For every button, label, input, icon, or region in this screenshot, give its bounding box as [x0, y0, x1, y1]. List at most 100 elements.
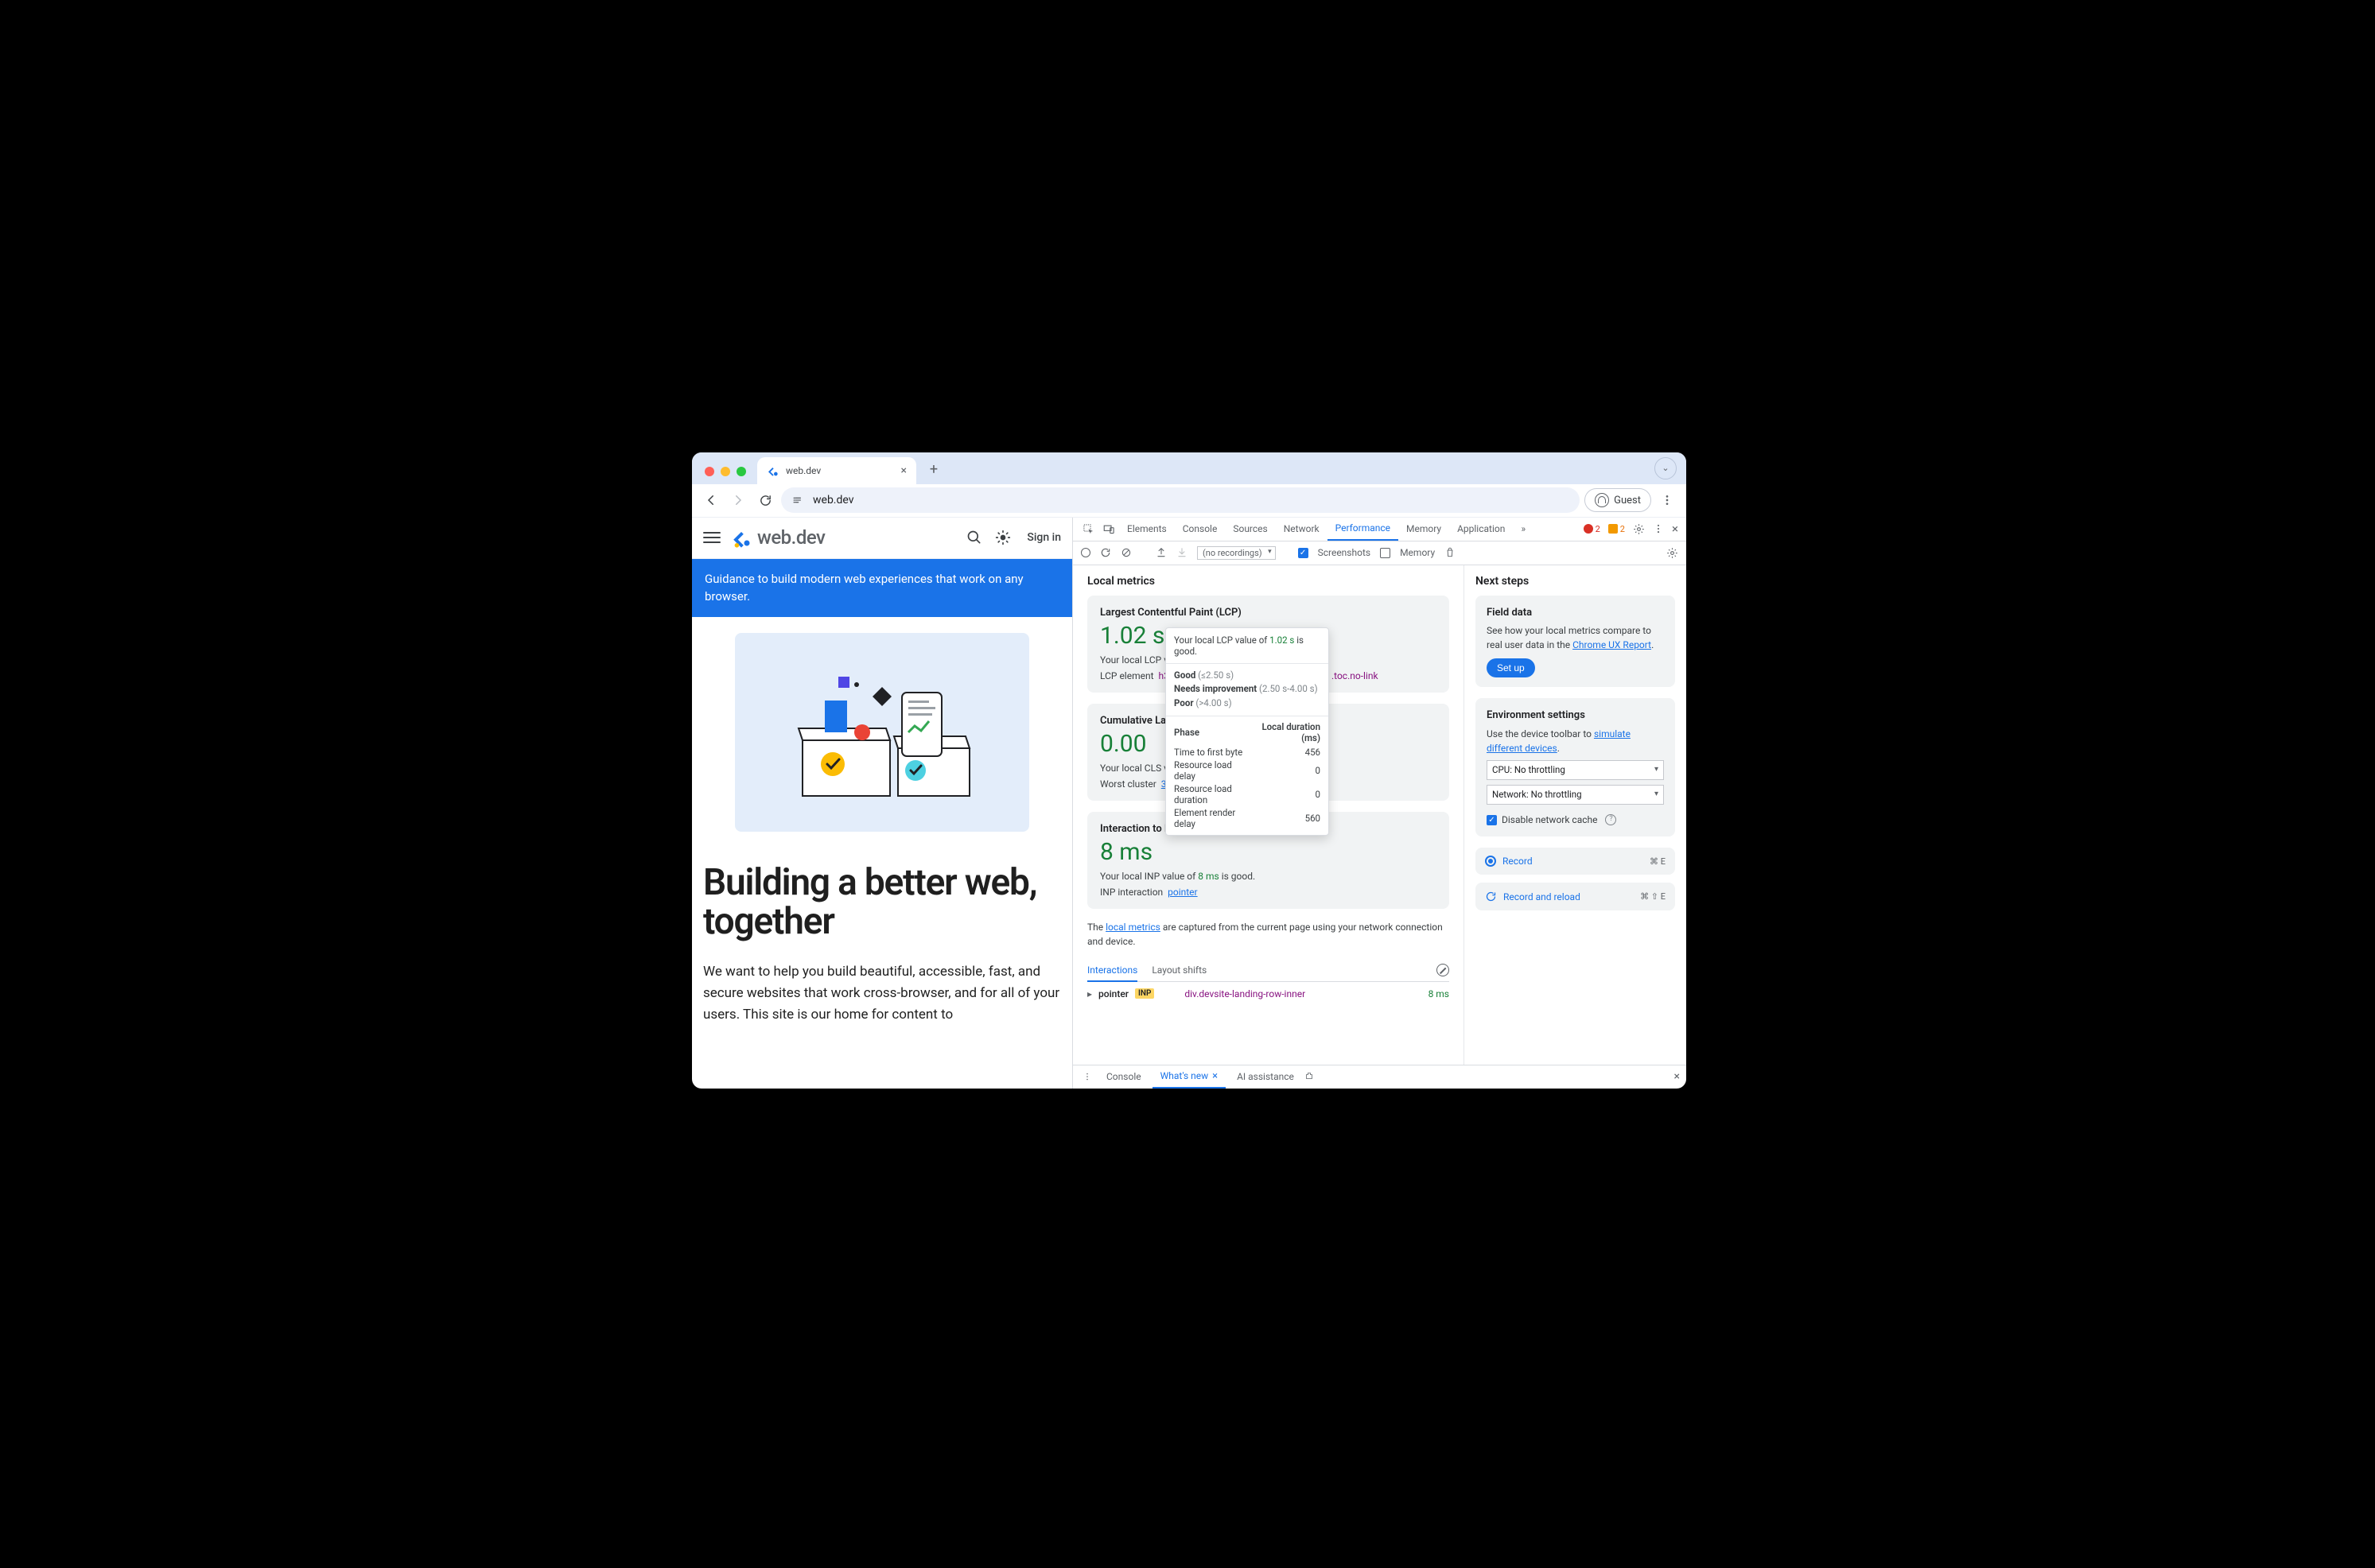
- performance-toolbar: (no recordings) ✓ Screenshots Memory: [1073, 541, 1686, 565]
- record-reload-kbd: ⌘ ⇧ E: [1640, 891, 1666, 902]
- drawer-tab-console[interactable]: Console: [1098, 1065, 1149, 1089]
- hero-illustration: [735, 633, 1029, 832]
- memory-checkbox[interactable]: [1380, 548, 1390, 558]
- page-hero: Building a better web, together We want …: [692, 617, 1072, 1089]
- record-reload-action[interactable]: Record and reload ⌘ ⇧ E: [1475, 883, 1675, 910]
- interaction-duration: 8 ms: [1428, 988, 1449, 999]
- record-reload-icon: [1485, 891, 1497, 902]
- tab-performance[interactable]: Performance: [1327, 518, 1398, 541]
- upload-icon[interactable]: [1156, 547, 1167, 558]
- network-throttle-select[interactable]: Network: No throttling: [1487, 785, 1664, 805]
- record-icon[interactable]: [1081, 548, 1090, 557]
- close-drawer-icon[interactable]: ×: [1674, 1070, 1680, 1083]
- theme-toggle-icon[interactable]: [993, 528, 1013, 547]
- signin-link[interactable]: Sign in: [1027, 531, 1061, 544]
- interactions-subtabs: Interactions Layout shifts: [1087, 960, 1449, 982]
- tab-application[interactable]: Application: [1449, 518, 1513, 541]
- webdev-logo[interactable]: web.dev: [730, 526, 825, 549]
- record-action[interactable]: Record ⌘ E: [1475, 848, 1675, 875]
- warnings-badge[interactable]: 2: [1608, 524, 1625, 534]
- record-kbd: ⌘ E: [1650, 856, 1666, 867]
- device-toggle-icon[interactable]: [1098, 518, 1119, 541]
- back-button[interactable]: [700, 489, 722, 511]
- subtab-layoutshifts[interactable]: Layout shifts: [1152, 960, 1207, 980]
- hero-body: We want to help you build beautiful, acc…: [703, 961, 1061, 1027]
- tab-network[interactable]: Network: [1276, 518, 1327, 541]
- recordings-select[interactable]: (no recordings): [1197, 546, 1276, 560]
- disable-cache-checkbox[interactable]: ✓: [1487, 815, 1497, 825]
- tab-dropdown-icon[interactable]: ⌄: [1654, 457, 1677, 479]
- errors-badge[interactable]: 2: [1584, 524, 1600, 534]
- devtools-drawer: Console What's new× AI assistance ×: [1073, 1065, 1686, 1089]
- lcp-title: Largest Contentful Paint (LCP): [1100, 607, 1436, 619]
- subtab-interactions[interactable]: Interactions: [1087, 960, 1137, 982]
- reload-record-icon[interactable]: [1100, 547, 1111, 558]
- crux-link[interactable]: Chrome UX Report: [1572, 639, 1651, 650]
- memory-label: Memory: [1400, 547, 1435, 558]
- close-tab-icon[interactable]: ×: [901, 464, 907, 477]
- forward-button[interactable]: [727, 489, 749, 511]
- menu-icon[interactable]: [703, 529, 721, 546]
- record-reload-label: Record and reload: [1503, 891, 1580, 902]
- performance-sidebar: Next steps Field data See how your local…: [1463, 565, 1686, 1065]
- cpu-throttle-select[interactable]: CPU: No throttling: [1487, 760, 1664, 780]
- panel-settings-icon[interactable]: [1666, 547, 1678, 559]
- setup-button[interactable]: Set up: [1487, 658, 1535, 677]
- close-devtools-icon[interactable]: ×: [1672, 522, 1678, 536]
- interaction-target: div.devsite-landing-row-inner: [1160, 988, 1421, 999]
- maximize-window-icon[interactable]: [737, 467, 746, 476]
- devtools-menu-icon[interactable]: [1653, 523, 1664, 534]
- inp-int-label: INP interaction: [1100, 887, 1163, 898]
- tab-strip: web.dev × + ⌄: [692, 452, 1686, 484]
- local-metrics-title: Local metrics: [1087, 575, 1449, 588]
- guest-icon: [1595, 493, 1609, 507]
- close-window-icon[interactable]: [705, 467, 714, 476]
- profile-chip[interactable]: Guest: [1584, 488, 1651, 512]
- address-bar[interactable]: web.dev: [781, 487, 1580, 513]
- tab-memory[interactable]: Memory: [1398, 518, 1449, 541]
- search-icon[interactable]: [965, 528, 984, 547]
- expand-icon[interactable]: ▸: [1087, 988, 1092, 999]
- webdev-logo-icon: [730, 526, 752, 549]
- inp-int-link[interactable]: pointer: [1168, 887, 1197, 898]
- tab-elements[interactable]: Elements: [1119, 518, 1175, 541]
- drawer-tab-whatsnew[interactable]: What's new×: [1153, 1065, 1226, 1089]
- browser-tab[interactable]: web.dev ×: [757, 457, 916, 484]
- tab-sources[interactable]: Sources: [1225, 518, 1275, 541]
- site-settings-icon[interactable]: [791, 493, 805, 507]
- tab-console[interactable]: Console: [1175, 518, 1226, 541]
- reload-button[interactable]: [754, 489, 776, 511]
- webdev-favicon: [767, 464, 779, 477]
- clear-interactions-icon[interactable]: [1436, 964, 1449, 976]
- help-icon[interactable]: ?: [1605, 814, 1616, 825]
- cls-worst-label: Worst cluster: [1100, 778, 1156, 790]
- interaction-row[interactable]: ▸ pointer INP div.devsite-landing-row-in…: [1087, 982, 1449, 1006]
- inspect-icon[interactable]: [1078, 518, 1098, 541]
- local-metrics-link[interactable]: local metrics: [1106, 922, 1160, 933]
- url-text: web.dev: [813, 494, 854, 506]
- lcp-element-suffix[interactable]: .toc.no-link: [1331, 670, 1378, 681]
- field-data-title: Field data: [1487, 605, 1664, 621]
- new-tab-button[interactable]: +: [923, 459, 945, 481]
- browser-menu-icon[interactable]: [1656, 489, 1678, 511]
- settings-icon[interactable]: [1633, 523, 1645, 535]
- screenshots-checkbox[interactable]: ✓: [1298, 548, 1308, 558]
- download-icon[interactable]: [1176, 547, 1188, 558]
- drawer-menu-icon[interactable]: [1079, 1072, 1095, 1081]
- window-controls[interactable]: [702, 467, 752, 484]
- record-label: Record: [1502, 856, 1533, 867]
- record-dot-icon: [1485, 856, 1496, 867]
- devtools-panel: Elements Console Sources Network Perform…: [1072, 518, 1686, 1089]
- page-banner: Guidance to build modern web experiences…: [692, 559, 1072, 617]
- inp-chip: INP: [1135, 988, 1154, 999]
- local-metrics-note: The local metrics are captured from the …: [1087, 920, 1449, 949]
- drawer-tab-ai[interactable]: AI assistance: [1229, 1065, 1322, 1089]
- browser-toolbar: web.dev Guest: [692, 484, 1686, 518]
- disable-cache-label: Disable network cache: [1502, 813, 1597, 827]
- more-tabs-icon[interactable]: »: [1513, 518, 1533, 541]
- gc-icon[interactable]: [1444, 547, 1456, 558]
- clear-icon[interactable]: [1121, 547, 1132, 558]
- lcp-tooltip: Your local LCP value of 1.02 s is good. …: [1165, 627, 1329, 836]
- page-viewport: web.dev Sign in Guidance to build modern…: [692, 518, 1072, 1089]
- minimize-window-icon[interactable]: [721, 467, 730, 476]
